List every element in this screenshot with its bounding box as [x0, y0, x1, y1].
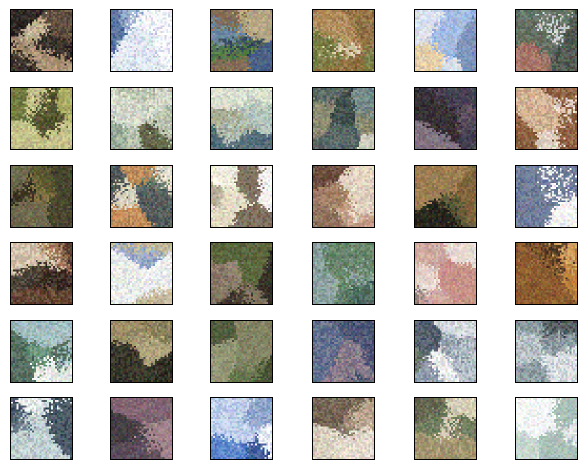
- sample-image-tile: [414, 320, 477, 383]
- sample-image-tile: [515, 9, 578, 72]
- sample-image-tile: [110, 320, 173, 383]
- sample-image-tile: [515, 320, 578, 383]
- sample-image: [313, 243, 374, 304]
- sample-image: [516, 88, 577, 149]
- sample-image-tile: [110, 165, 173, 228]
- sample-image-tile: [10, 165, 73, 228]
- sample-image: [313, 88, 374, 149]
- sample-image: [211, 88, 272, 149]
- sample-image-tile: [312, 320, 375, 383]
- sample-image-tile: [210, 242, 273, 305]
- image-grid-figure: [0, 0, 588, 470]
- sample-image-tile: [10, 242, 73, 305]
- sample-image-tile: [10, 9, 73, 72]
- sample-image-tile: [515, 165, 578, 228]
- sample-image: [313, 10, 374, 71]
- sample-image-tile: [312, 242, 375, 305]
- sample-image-tile: [210, 397, 273, 460]
- sample-image: [11, 243, 72, 304]
- sample-image: [211, 166, 272, 227]
- sample-image-tile: [110, 87, 173, 150]
- sample-image: [111, 88, 172, 149]
- sample-image-tile: [110, 242, 173, 305]
- sample-image-tile: [110, 397, 173, 460]
- sample-image: [415, 166, 476, 227]
- sample-image: [313, 321, 374, 382]
- sample-image-tile: [210, 320, 273, 383]
- sample-image: [111, 398, 172, 459]
- sample-image: [516, 243, 577, 304]
- sample-image: [111, 10, 172, 71]
- sample-image: [211, 243, 272, 304]
- sample-image: [211, 398, 272, 459]
- sample-image-tile: [515, 87, 578, 150]
- sample-image: [415, 321, 476, 382]
- sample-image-tile: [312, 165, 375, 228]
- sample-image: [11, 398, 72, 459]
- sample-image-tile: [414, 397, 477, 460]
- sample-image-tile: [312, 397, 375, 460]
- sample-image-tile: [414, 165, 477, 228]
- sample-image-tile: [515, 242, 578, 305]
- sample-image-tile: [312, 9, 375, 72]
- sample-image: [313, 166, 374, 227]
- sample-image-tile: [10, 320, 73, 383]
- sample-image: [11, 166, 72, 227]
- sample-image-tile: [414, 242, 477, 305]
- sample-image: [111, 321, 172, 382]
- sample-image: [111, 166, 172, 227]
- sample-image: [516, 321, 577, 382]
- sample-image-tile: [414, 9, 477, 72]
- sample-image: [313, 398, 374, 459]
- sample-image: [11, 321, 72, 382]
- sample-image-tile: [210, 87, 273, 150]
- sample-image: [516, 10, 577, 71]
- sample-image-tile: [110, 9, 173, 72]
- sample-image: [415, 10, 476, 71]
- sample-image-tile: [515, 397, 578, 460]
- sample-image: [415, 88, 476, 149]
- sample-image-tile: [414, 87, 477, 150]
- sample-image-tile: [10, 397, 73, 460]
- sample-image: [516, 398, 577, 459]
- sample-image-tile: [10, 87, 73, 150]
- sample-image: [415, 243, 476, 304]
- sample-image-tile: [210, 165, 273, 228]
- sample-image: [111, 243, 172, 304]
- sample-image: [415, 398, 476, 459]
- sample-image-tile: [312, 87, 375, 150]
- sample-image: [11, 88, 72, 149]
- sample-image: [11, 10, 72, 71]
- sample-image-tile: [210, 9, 273, 72]
- sample-image: [211, 10, 272, 71]
- sample-image: [516, 166, 577, 227]
- sample-image: [211, 321, 272, 382]
